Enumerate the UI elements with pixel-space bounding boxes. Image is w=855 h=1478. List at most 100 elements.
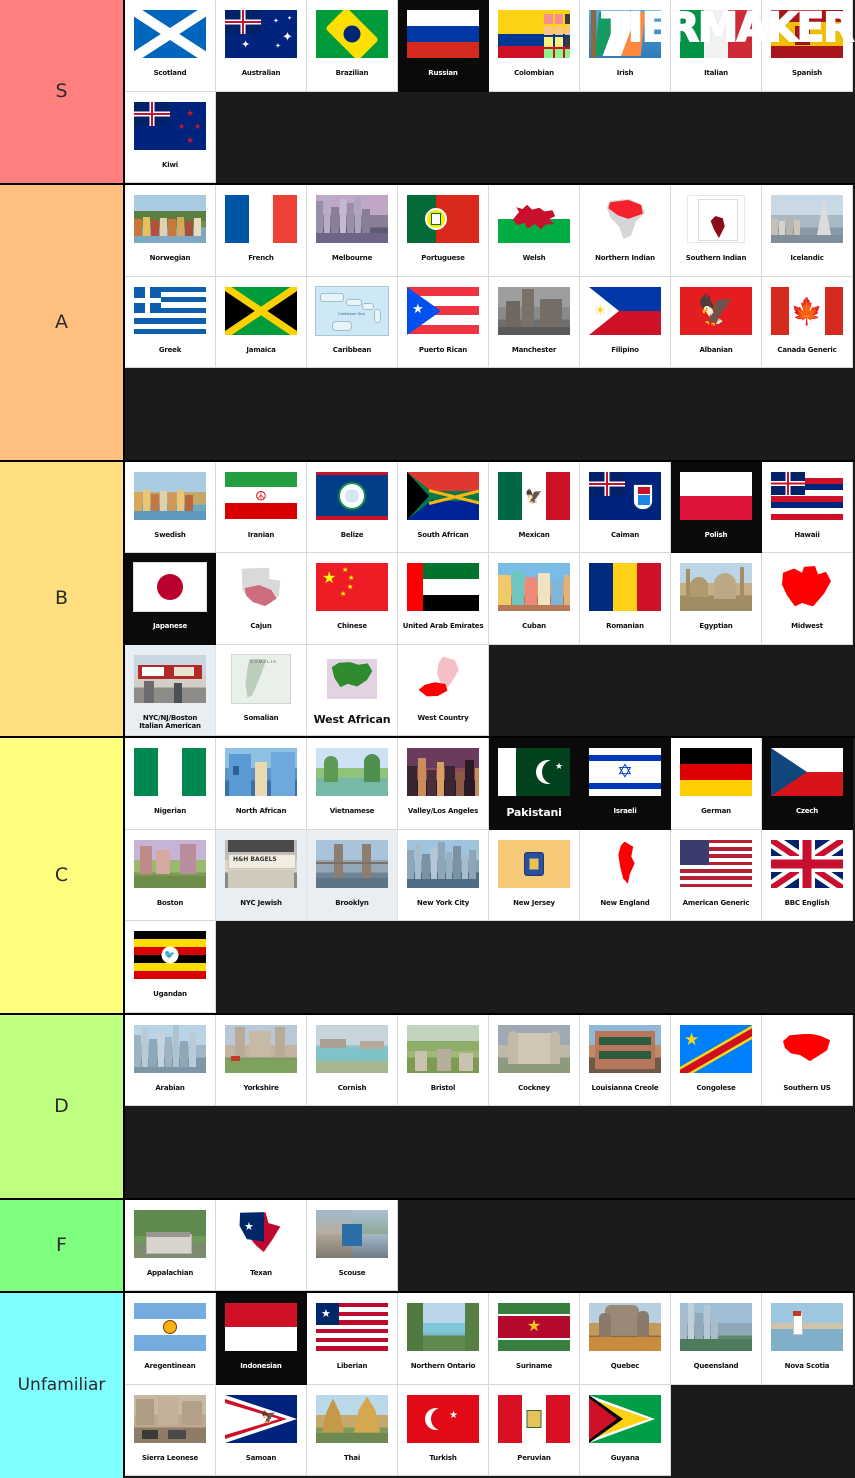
tier-item[interactable]: Swedish xyxy=(125,461,216,553)
tier-item[interactable]: Yorkshire xyxy=(216,1014,307,1106)
tier-item[interactable]: Romanian xyxy=(580,553,671,645)
tier-item[interactable]: ★ Liberian xyxy=(307,1293,398,1385)
tier-item[interactable]: Boston xyxy=(125,829,216,921)
tier-item[interactable]: Melbourne xyxy=(307,185,398,277)
tier-item[interactable]: Norwegian xyxy=(125,185,216,277)
tier-label-f[interactable]: F xyxy=(0,1199,125,1291)
tier-item[interactable]: Caiman xyxy=(580,461,671,553)
tier-item[interactable]: Vietnamese xyxy=(307,738,398,830)
tier-item[interactable]: Icelandic xyxy=(762,185,853,277)
tier-item[interactable]: ★ Pakistani xyxy=(489,738,580,830)
tier-item[interactable]: ✡ Israeli xyxy=(580,738,671,830)
tier-item[interactable]: ☮ Iranian xyxy=(216,461,307,553)
tier-item[interactable]: Guyana xyxy=(580,1384,671,1476)
flag-puertorico-thumbnail: ★ xyxy=(398,277,488,345)
flag-cayman-thumbnail xyxy=(580,462,670,530)
tier-item[interactable]: Midwest xyxy=(762,553,853,645)
tier-label-s[interactable]: S xyxy=(0,0,125,183)
tier-item[interactable]: Queensland xyxy=(671,1293,762,1385)
tier-item[interactable]: Appalachian xyxy=(125,1199,216,1291)
tier-label-c[interactable]: C xyxy=(0,738,125,1013)
tier-item[interactable]: 🦅 Samoan xyxy=(216,1384,307,1476)
tier-item[interactable]: H&H BAGELS NYC Jewish xyxy=(216,829,307,921)
tier-item[interactable]: ★ ★ ★ ★ Kiwi xyxy=(125,91,216,183)
tier-item[interactable]: Bristol xyxy=(398,1014,489,1106)
tier-item[interactable]: 🐦 Ugandan xyxy=(125,921,216,1013)
tier-item[interactable]: Caribbean Sea Caribbean xyxy=(307,276,398,368)
tier-item[interactable]: ★ Puerto Rican xyxy=(398,276,489,368)
photo-freetown-thumbnail xyxy=(125,1385,215,1453)
tier-item[interactable]: Louisianna Creole xyxy=(580,1014,671,1106)
flag-uganda-thumbnail: 🐦 xyxy=(125,921,215,989)
tier-item[interactable]: Nova Scotia xyxy=(762,1293,853,1385)
tier-item[interactable]: BBC English xyxy=(762,829,853,921)
tier-item[interactable]: Valley/Los Angeles xyxy=(398,738,489,830)
tier-item[interactable]: Thai xyxy=(307,1384,398,1476)
tier-item[interactable]: ★ Suriname xyxy=(489,1293,580,1385)
tier-item[interactable]: ✦ ✦ ✦ ✦ ✦ Australian xyxy=(216,0,307,92)
tier-item[interactable]: Manchester xyxy=(489,276,580,368)
tier-item[interactable]: Aregentinean xyxy=(125,1293,216,1385)
tier-label-d[interactable]: D xyxy=(0,1014,125,1198)
tier-item[interactable]: Cajun xyxy=(216,553,307,645)
tier-item-label: Scotland xyxy=(153,69,187,77)
tier-item[interactable]: West Country xyxy=(398,644,489,736)
tier-item[interactable]: Hawaii xyxy=(762,461,853,553)
tier-item[interactable]: New York City xyxy=(398,829,489,921)
flag-newjersey-thumbnail xyxy=(489,830,579,898)
tier-label-a[interactable]: A xyxy=(0,185,125,460)
tier-item[interactable]: Peruvian xyxy=(489,1384,580,1476)
tier-item[interactable]: United Arab Emirates xyxy=(398,553,489,645)
tier-item[interactable]: 🍁 Canada Generic xyxy=(762,276,853,368)
tier-item[interactable]: Spanish xyxy=(762,0,853,92)
tier-item[interactable]: 🦅 Albanian xyxy=(671,276,762,368)
tier-item[interactable]: ★ Texan xyxy=(216,1199,307,1291)
tier-item[interactable]: Cockney xyxy=(489,1014,580,1106)
tier-item[interactable]: Jamaica xyxy=(216,276,307,368)
tier-item[interactable]: German xyxy=(671,738,762,830)
tier-item[interactable]: South African xyxy=(398,461,489,553)
tier-item[interactable]: New Jersey xyxy=(489,829,580,921)
tier-item[interactable]: 🦅 Mexican xyxy=(489,461,580,553)
tier-item[interactable]: Belize xyxy=(307,461,398,553)
tier-item[interactable]: Greek xyxy=(125,276,216,368)
tier-item[interactable]: Southern US xyxy=(762,1014,853,1106)
tier-item[interactable]: Cornish xyxy=(307,1014,398,1106)
tier-item[interactable]: ★ Congolese xyxy=(671,1014,762,1106)
tier-item[interactable]: West African xyxy=(307,644,398,736)
tier-label-unfamiliar[interactable]: Unfamiliar xyxy=(0,1293,125,1478)
tier-item[interactable]: Sierra Leonese xyxy=(125,1384,216,1476)
tier-item[interactable]: Colombian xyxy=(489,0,580,92)
tier-item[interactable]: ☀ Filipino xyxy=(580,276,671,368)
tier-item[interactable]: New England xyxy=(580,829,671,921)
tier-item[interactable]: Egyptian xyxy=(671,553,762,645)
tier-item[interactable]: Scouse xyxy=(307,1199,398,1291)
tier-item[interactable]: Polish xyxy=(671,461,762,553)
tier-item[interactable]: Indonesian xyxy=(216,1293,307,1385)
tier-item[interactable]: Czech xyxy=(762,738,853,830)
tier-item[interactable]: Quebec xyxy=(580,1293,671,1385)
tier-item[interactable]: NYC/NJ/Boston Italian American xyxy=(125,644,216,736)
tier-item[interactable]: Arabian xyxy=(125,1014,216,1106)
tier-item[interactable]: Brazilian xyxy=(307,0,398,92)
tier-item[interactable]: Portuguese xyxy=(398,185,489,277)
tier-item[interactable]: North African xyxy=(216,738,307,830)
tier-item[interactable]: Russian xyxy=(398,0,489,92)
tier-item[interactable]: Japanese xyxy=(125,553,216,645)
tier-item[interactable]: Cuban xyxy=(489,553,580,645)
tier-item[interactable]: Nigerian xyxy=(125,738,216,830)
tier-item[interactable]: Italian xyxy=(671,0,762,92)
tier-item[interactable]: Northern Indian xyxy=(580,185,671,277)
tier-item[interactable]: Irish xyxy=(580,0,671,92)
tier-item[interactable]: Northern Ontario xyxy=(398,1293,489,1385)
tier-item[interactable]: SOMALIA Somalian xyxy=(216,644,307,736)
tier-item[interactable]: Welsh xyxy=(489,185,580,277)
tier-item[interactable]: French xyxy=(216,185,307,277)
tier-item[interactable]: ★ Turkish xyxy=(398,1384,489,1476)
tier-item[interactable]: American Generic xyxy=(671,829,762,921)
tier-item[interactable]: Scotland xyxy=(125,0,216,92)
tier-item[interactable]: Brooklyn xyxy=(307,829,398,921)
tier-item[interactable]: Southern Indian xyxy=(671,185,762,277)
tier-label-b[interactable]: B xyxy=(0,461,125,736)
tier-item[interactable]: ★ ★ ★ ★ ★ Chinese xyxy=(307,553,398,645)
